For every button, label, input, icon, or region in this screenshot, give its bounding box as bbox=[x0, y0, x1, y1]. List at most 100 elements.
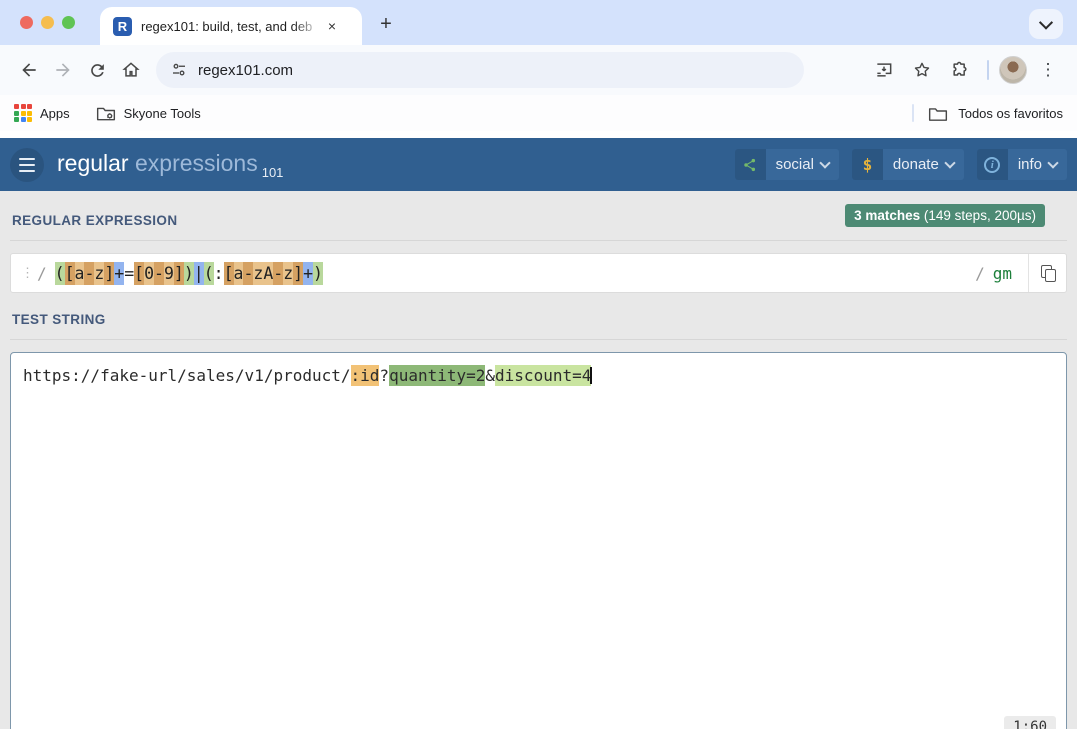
star-icon bbox=[912, 60, 932, 80]
regex-pattern[interactable]: ([a-z]+=[0-9])|(:[a-zA-z]+) bbox=[55, 264, 323, 283]
install-icon bbox=[874, 60, 894, 80]
bookmark-star-button[interactable] bbox=[905, 53, 939, 87]
match-details: (149 steps, 200µs) bbox=[924, 208, 1036, 223]
regex-token-quant: | bbox=[194, 262, 204, 285]
regex-token-class-bracket: ] bbox=[104, 262, 114, 285]
test-string-section-header: TEST STRING bbox=[10, 303, 1067, 340]
regex-token-literal: : bbox=[214, 262, 224, 285]
minimize-window-button[interactable] bbox=[41, 16, 54, 29]
all-favorites-label[interactable]: Todos os favoritos bbox=[958, 106, 1063, 121]
match-highlight: discount=4 bbox=[495, 365, 591, 386]
dollar-icon: $ bbox=[852, 149, 883, 180]
browser-window: R regex101: build, test, and deb × + reg… bbox=[0, 0, 1077, 729]
donate-menu-button[interactable]: $ donate bbox=[852, 149, 964, 180]
toolbar-page-gap bbox=[0, 131, 1077, 138]
tab-list-chevron-button[interactable] bbox=[1029, 9, 1063, 39]
reload-button[interactable] bbox=[80, 53, 114, 87]
close-window-button[interactable] bbox=[20, 16, 33, 29]
copy-icon[interactable] bbox=[1041, 265, 1056, 282]
site-settings-icon[interactable] bbox=[170, 61, 188, 79]
logo-regular: regular bbox=[57, 150, 135, 176]
back-arrow-icon bbox=[19, 60, 39, 80]
regex-token-quant: + bbox=[114, 262, 124, 285]
drag-handle-icon[interactable]: ⋮ bbox=[21, 268, 29, 278]
tab-title: regex101: build, test, and deb bbox=[141, 19, 321, 34]
chevron-down-icon bbox=[819, 157, 830, 168]
bookmarks-bar: Apps Skyone Tools Todos os favoritos bbox=[0, 95, 1077, 131]
url-text[interactable]: regex101.com bbox=[198, 62, 293, 79]
new-tab-button[interactable]: + bbox=[372, 10, 400, 38]
regex-token-class-char: a bbox=[234, 262, 244, 285]
page-content: REGULAR EXPRESSION 3 matches (149 steps,… bbox=[0, 191, 1077, 729]
bookmark-apps[interactable]: Apps bbox=[14, 104, 70, 122]
browser-menu-button[interactable]: ⋮ bbox=[1031, 53, 1065, 87]
chevron-down-icon bbox=[1047, 157, 1058, 168]
maximize-window-button[interactable] bbox=[62, 16, 75, 29]
home-button[interactable] bbox=[114, 53, 148, 87]
regex-token-class-char: 9 bbox=[164, 262, 174, 285]
regex-token-class-char: z bbox=[253, 262, 263, 285]
apps-grid-icon bbox=[14, 104, 32, 122]
extensions-button[interactable] bbox=[943, 53, 977, 87]
kebab-menu-icon: ⋮ bbox=[1040, 60, 1057, 80]
regex-flags[interactable]: gm bbox=[993, 264, 1012, 283]
window-controls bbox=[20, 16, 75, 29]
regex-token-class-char: z bbox=[94, 262, 104, 285]
address-bar[interactable]: regex101.com bbox=[156, 52, 804, 88]
reload-icon bbox=[88, 61, 107, 80]
regex-token-class-bracket: [ bbox=[134, 262, 144, 285]
bookmark-folder-skyone[interactable]: Skyone Tools bbox=[96, 104, 201, 122]
regex-token-class-bracket: - bbox=[84, 262, 94, 285]
regex-token-class-char: A bbox=[263, 262, 273, 285]
regex-token-class-bracket: [ bbox=[224, 262, 234, 285]
puzzle-icon bbox=[950, 60, 970, 80]
test-text-plain: ? bbox=[379, 365, 389, 386]
regex-token-group: ) bbox=[313, 262, 323, 285]
regex-token-quant: + bbox=[303, 262, 313, 285]
regex-token-class-bracket: - bbox=[273, 262, 283, 285]
regex-token-class-char: 0 bbox=[144, 262, 154, 285]
social-menu-button[interactable]: social bbox=[735, 149, 839, 180]
site-header: regular expressions101 social $ donate i… bbox=[0, 138, 1077, 191]
regex-token-literal: = bbox=[124, 262, 134, 285]
regex-delimiter-right: / bbox=[975, 264, 985, 283]
toolbar-actions: ⋮ bbox=[867, 53, 1065, 87]
hamburger-menu-button[interactable] bbox=[10, 148, 44, 182]
chevron-down-icon bbox=[944, 157, 955, 168]
bookmarks-separator bbox=[912, 104, 914, 122]
bookmark-label: Apps bbox=[40, 106, 70, 121]
test-text-plain: https://fake-url/sales/v1/product/ bbox=[23, 365, 351, 386]
test-string-label: TEST STRING bbox=[12, 312, 106, 327]
forward-button[interactable] bbox=[46, 53, 80, 87]
browser-tab[interactable]: R regex101: build, test, and deb × bbox=[100, 7, 362, 45]
site-logo[interactable]: regular expressions101 bbox=[57, 150, 283, 180]
test-string-editor[interactable]: https://fake-url/sales/v1/product/:id?qu… bbox=[10, 352, 1067, 729]
back-button[interactable] bbox=[12, 53, 46, 87]
regex-input[interactable]: ⋮ / ([a-z]+=[0-9])|(:[a-zA-z]+) / gm bbox=[10, 253, 1067, 293]
test-string-content[interactable]: https://fake-url/sales/v1/product/:id?qu… bbox=[23, 366, 1054, 385]
test-text-plain: & bbox=[485, 365, 495, 386]
regex-token-class-bracket: ] bbox=[174, 262, 184, 285]
tab-close-icon[interactable]: × bbox=[323, 17, 341, 35]
chevron-down-icon bbox=[1039, 16, 1053, 30]
match-count-badge: 3 matches (149 steps, 200µs) bbox=[845, 204, 1045, 227]
logo-expressions: expressions bbox=[135, 150, 258, 176]
share-icon bbox=[735, 149, 766, 180]
regex-token-class-bracket: - bbox=[154, 262, 164, 285]
install-app-button[interactable] bbox=[867, 53, 901, 87]
text-cursor bbox=[590, 367, 592, 384]
match-highlight: quantity=2 bbox=[389, 365, 485, 386]
info-menu-button[interactable]: i info bbox=[977, 149, 1067, 180]
regex-section-header: REGULAR EXPRESSION 3 matches (149 steps,… bbox=[10, 204, 1067, 241]
profile-avatar[interactable] bbox=[999, 56, 1027, 84]
match-count: 3 matches bbox=[854, 208, 920, 223]
bookmarks-right: Todos os favoritos bbox=[912, 104, 1063, 122]
header-menus: social $ donate i info bbox=[735, 149, 1067, 180]
regex-token-group: ) bbox=[184, 262, 194, 285]
regex-field-separator bbox=[1028, 254, 1029, 292]
match-highlight: :id bbox=[351, 365, 380, 386]
menu-label: social bbox=[766, 156, 821, 173]
regex-token-group: ( bbox=[204, 262, 214, 285]
browser-tab-bar: R regex101: build, test, and deb × + bbox=[0, 0, 1077, 45]
regex-right-controls: / gm bbox=[975, 254, 1056, 292]
